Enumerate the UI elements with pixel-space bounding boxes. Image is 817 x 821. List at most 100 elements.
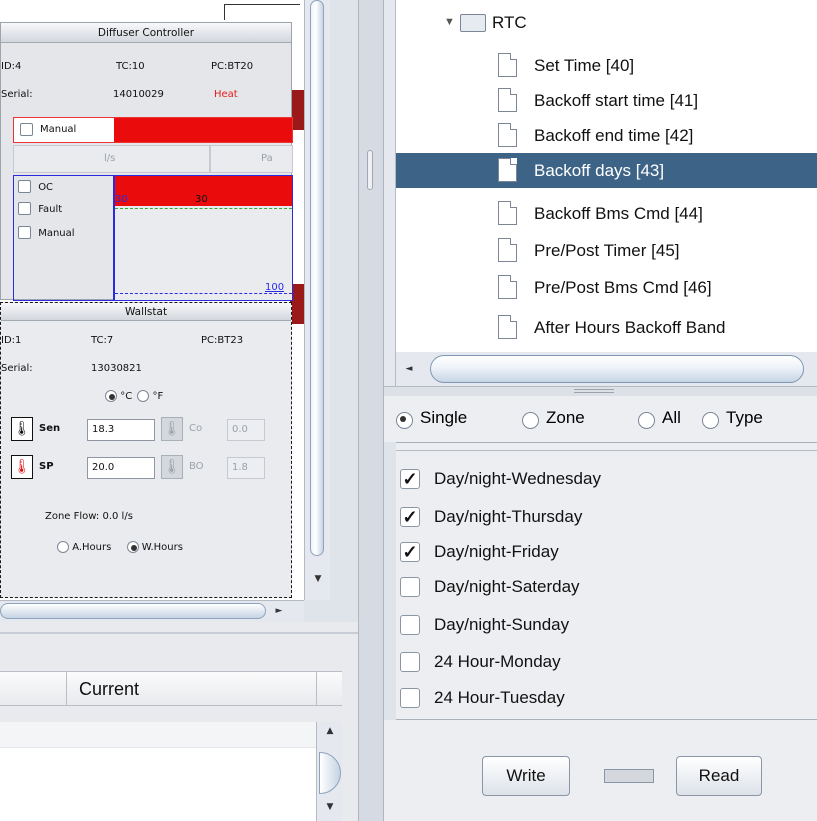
day-checkbox[interactable]: ✓ — [400, 542, 420, 562]
w-hours-radio[interactable] — [126, 541, 139, 553]
table-scroll-up-icon[interactable]: ▲ — [323, 724, 337, 738]
scope-type[interactable] — [702, 410, 719, 430]
tree-scroll-left-icon[interactable]: ◄ — [402, 362, 416, 376]
diffuser-controller-panel[interactable]: Diffuser Controller ID:4 TC:10 PC:BT20 S… — [0, 22, 293, 301]
bo-field: 1.8 — [227, 457, 265, 479]
single-radio[interactable] — [396, 412, 413, 430]
status-indicator — [604, 769, 654, 783]
split-grip[interactable] — [574, 389, 614, 393]
horizontal-split-handle[interactable] — [0, 632, 358, 634]
wallstat-panel[interactable]: Wallstat ID:1 TC:7 PC:BT23 Serial: 13030… — [0, 302, 292, 598]
setpoint-thermometer-icon: 🌡 — [11, 455, 33, 479]
split-grip[interactable] — [367, 150, 373, 190]
day-checkbox[interactable] — [400, 577, 420, 597]
table-scroll-down-icon[interactable]: ▼ — [323, 800, 337, 814]
day-checkbox[interactable] — [400, 688, 420, 708]
manual-override-row[interactable]: Manual — [13, 117, 293, 143]
day-option[interactable]: ✓ Day/night-Wednesday — [396, 462, 817, 496]
tree-item[interactable]: Backoff start time [41] — [384, 83, 817, 118]
tree-folder-rtc[interactable]: ▼ RTC — [384, 5, 817, 40]
day-option[interactable]: Day/night-Sunday — [396, 608, 817, 642]
manual-checkbox[interactable] — [20, 123, 33, 136]
manual-flag-checkbox[interactable] — [18, 226, 31, 239]
pressure-unit-cell: Pa — [210, 145, 293, 173]
tree-item-label: Backoff Bms Cmd [44] — [534, 204, 703, 223]
settings-tree[interactable]: ▼ RTC Set Time [40] Backoff start time [… — [384, 0, 817, 352]
fahrenheit-radio[interactable] — [137, 390, 150, 402]
day-checkbox[interactable]: ✓ — [400, 507, 420, 527]
tree-item[interactable]: After Hours Backoff Band — [384, 310, 817, 345]
canvas-vertical-scrollbar[interactable]: ▼ — [304, 0, 330, 600]
scroll-down-arrow-icon[interactable]: ▼ — [311, 572, 325, 586]
tree-item-selected[interactable]: Backoff days [43] — [384, 153, 817, 188]
column-header-blank[interactable] — [0, 671, 66, 706]
vertical-split-handle[interactable] — [358, 0, 384, 821]
table-scroll-thumb[interactable] — [319, 752, 341, 794]
tree-item[interactable]: Pre/Post Bms Cmd [46] — [384, 270, 817, 305]
canvas-horizontal-thumb[interactable] — [0, 603, 266, 619]
scope-single[interactable] — [396, 410, 413, 430]
file-icon — [498, 201, 517, 225]
day-checkbox[interactable]: ✓ — [400, 469, 420, 489]
flag-fault[interactable]: Fault — [18, 202, 62, 215]
fault-label: Fault — [38, 203, 63, 215]
diffuser-title: Diffuser Controller — [1, 23, 291, 43]
table-vertical-scrollbar[interactable]: ▲ ▼ — [316, 722, 342, 821]
right-split-handle[interactable] — [384, 386, 817, 396]
write-button[interactable]: Write — [482, 756, 570, 796]
celsius-label: °C — [120, 391, 133, 402]
flag-oc[interactable]: OC — [18, 180, 53, 193]
day-option[interactable]: 24 Hour-Tuesday — [396, 681, 817, 715]
day-option[interactable]: ✓ Day/night-Friday — [396, 535, 817, 569]
scope-selector[interactable]: Single Zone All Type — [384, 396, 817, 442]
file-icon — [498, 53, 517, 77]
hours-selector[interactable]: A.Hours W.Hours — [57, 541, 183, 553]
scope-zone[interactable] — [522, 410, 539, 430]
type-radio[interactable] — [702, 412, 719, 430]
days-checklist[interactable]: ✓ Day/night-Wednesday ✓ Day/night-Thursday… — [396, 442, 817, 720]
all-radio[interactable] — [638, 412, 655, 430]
table-row[interactable] — [0, 722, 316, 748]
tree-horizontal-thumb[interactable] — [430, 355, 804, 383]
day-option[interactable]: Day/night-Saterday — [396, 570, 817, 604]
flow-unit: l/s — [104, 153, 116, 164]
canvas-horizontal-scrollbar[interactable]: ► — [0, 600, 304, 622]
file-icon — [498, 238, 517, 262]
wallstat-id: ID:1 — [1, 335, 22, 346]
flow-value-left: 30 — [115, 194, 128, 205]
tree-item[interactable]: Set Time [40] — [384, 48, 817, 83]
table-body[interactable] — [0, 722, 316, 821]
fault-checkbox[interactable] — [18, 202, 31, 215]
read-button[interactable]: Read — [676, 756, 762, 796]
column-header-current[interactable]: Current — [66, 671, 316, 706]
tree-item[interactable]: Backoff end time [42] — [384, 118, 817, 153]
flow-value-mid: 30 — [195, 194, 208, 205]
zone-flow: Zone Flow: 0.0 l/s — [45, 511, 133, 522]
oc-checkbox[interactable] — [18, 180, 31, 193]
day-option[interactable]: ✓ Day/night-Thursday — [396, 500, 817, 534]
zone-radio[interactable] — [522, 412, 539, 430]
tree-item[interactable]: Pre/Post Timer [45] — [384, 233, 817, 268]
day-label: Day/night-Friday — [434, 542, 559, 561]
canvas-vertical-thumb[interactable] — [310, 0, 324, 556]
day-label: Day/night-Wednesday — [434, 469, 601, 488]
tree-horizontal-scrollbar[interactable]: ◄ — [396, 352, 817, 386]
diagram-canvas[interactable]: Diffuser Controller ID:4 TC:10 PC:BT20 S… — [0, 0, 304, 600]
flag-manual[interactable]: Manual — [18, 226, 75, 239]
day-checkbox[interactable] — [400, 652, 420, 672]
diffuser-serial-value: 14010029 — [113, 89, 164, 100]
day-checkbox[interactable] — [400, 615, 420, 635]
a-hours-label: A.Hours — [72, 542, 112, 553]
unit-selector[interactable]: °C °F — [105, 390, 163, 402]
celsius-radio[interactable] — [105, 390, 117, 402]
day-option[interactable]: 24 Hour-Monday — [396, 645, 817, 679]
sen-field[interactable]: 18.3 — [87, 419, 155, 441]
scope-all[interactable] — [638, 410, 655, 430]
sp-field[interactable]: 20.0 — [87, 457, 155, 479]
table-row[interactable] — [0, 748, 316, 774]
expand-arrow-icon[interactable]: ▼ — [444, 5, 455, 40]
scroll-right-arrow-icon[interactable]: ► — [272, 604, 286, 618]
tree-item[interactable]: Backoff Bms Cmd [44] — [384, 196, 817, 231]
a-hours-radio[interactable] — [57, 541, 69, 553]
sen-label: Sen — [39, 423, 61, 434]
